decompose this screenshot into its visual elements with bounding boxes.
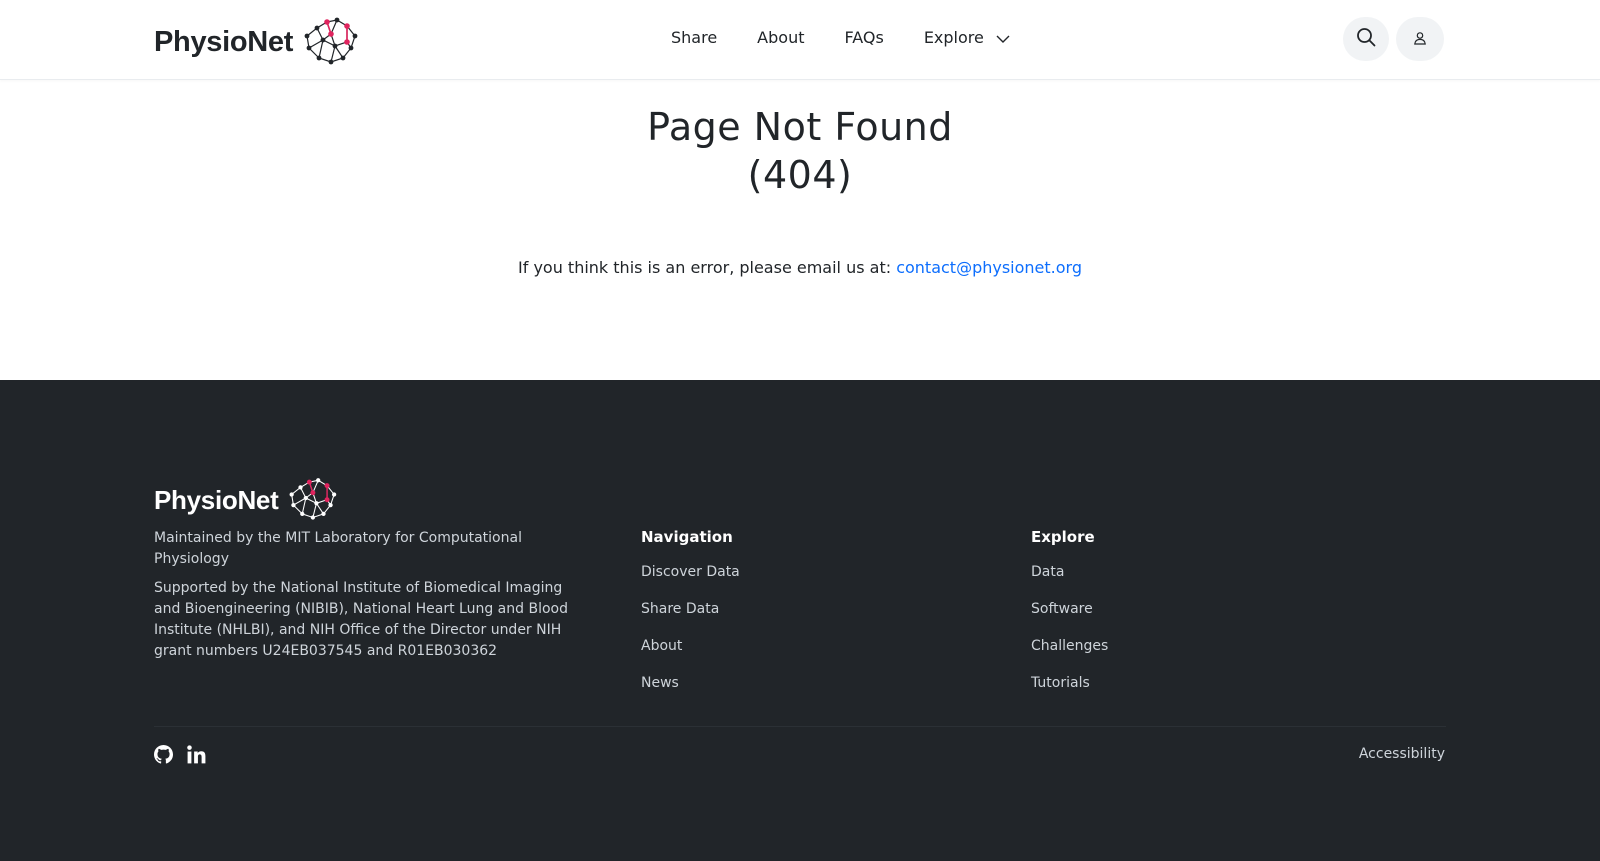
footer-maintained-text: Maintained by the MIT Laboratory for Com… [154,530,522,567]
social-links [154,745,220,764]
footer-about: Maintained by the MIT Laboratory for Com… [154,528,574,670]
footer-link-discover-data[interactable]: Discover Data [641,562,740,583]
footer-link-data[interactable]: Data [1031,562,1108,583]
network-logo-icon [301,14,359,70]
footer-divider [154,726,1446,727]
search-button[interactable] [1343,17,1389,61]
footer-logo-text: PhysioNet [154,484,279,515]
logo-link[interactable]: PhysioNet [154,14,359,70]
footer-logo[interactable]: PhysioNet [154,475,338,525]
nav-share[interactable]: Share [671,28,717,47]
nav-about[interactable]: About [757,28,804,47]
footer-explore: Explore Data Software Challenges Tutoria… [1031,528,1108,710]
footer-link-challenges[interactable]: Challenges [1031,636,1108,657]
linkedin-icon[interactable] [187,745,206,764]
error-message-text: If you think this is an error, please em… [518,258,897,277]
footer-link-software[interactable]: Software [1031,599,1108,620]
main-nav: Share About FAQs Explore [671,28,1010,47]
logo-text: PhysioNet [154,25,294,58]
nav-explore[interactable]: Explore [924,28,1010,47]
footer-link-news[interactable]: News [641,673,740,694]
error-message: If you think this is an error, please em… [0,258,1600,277]
page-title-line1: Page Not Found [647,105,953,149]
contact-email-link[interactable]: contact@physionet.org [896,258,1082,277]
footer-navigation-heading: Navigation [641,528,733,546]
nav-explore-label: Explore [923,28,984,47]
account-button[interactable] [1396,17,1444,61]
site-header: PhysioNet Share About FAQs Explore [0,0,1600,80]
user-icon [1413,30,1427,49]
page-title: Page Not Found (404) [0,103,1600,199]
site-footer: PhysioNet Maintained by the MIT Laborato… [0,380,1600,861]
footer-link-share-data[interactable]: Share Data [641,599,740,620]
accessibility-link[interactable]: Accessibility [1359,746,1445,762]
github-icon[interactable] [154,745,173,764]
nav-faqs[interactable]: FAQs [844,28,883,47]
main-content: Page Not Found (404) If you think this i… [0,80,1600,380]
footer-supported-text: Supported by the National Institute of B… [154,580,568,659]
footer-navigation: Navigation Discover Data Share Data Abou… [641,528,740,710]
footer-link-about[interactable]: About [641,636,740,657]
search-icon [1356,27,1376,51]
chevron-down-icon [996,28,1010,47]
network-logo-icon [286,475,338,525]
footer-explore-heading: Explore [1031,528,1095,546]
page-title-line2: (404) [747,153,853,197]
footer-link-tutorials[interactable]: Tutorials [1031,673,1108,694]
